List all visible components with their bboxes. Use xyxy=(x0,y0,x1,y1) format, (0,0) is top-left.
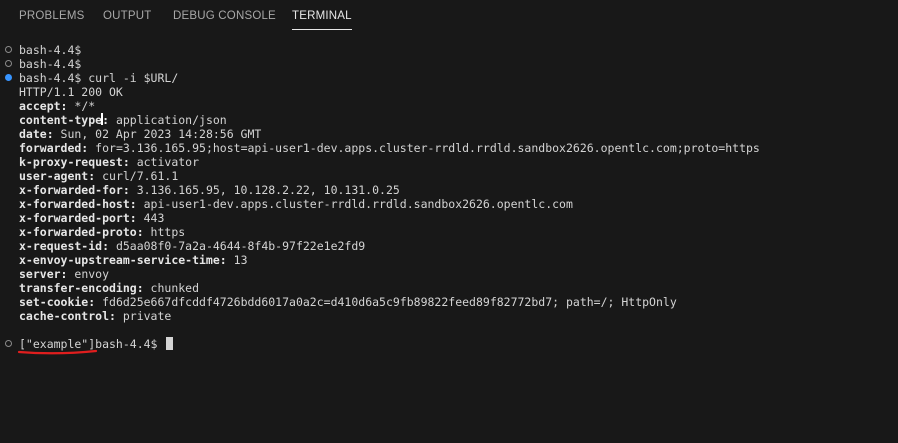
mouse-ibeam-cursor-icon xyxy=(101,113,103,125)
http-header-line: x-forwarded-for: 3.136.165.95, 10.128.2.… xyxy=(19,183,400,197)
command-decoration-icon[interactable] xyxy=(5,46,12,53)
header-key: k-proxy-request: xyxy=(19,155,130,169)
header-value: chunked xyxy=(143,281,200,295)
text-cursor xyxy=(166,337,174,350)
header-key: date: xyxy=(19,127,54,141)
header-key: cache-control: xyxy=(19,309,116,323)
header-value: 443 xyxy=(136,211,165,225)
http-header-line: x-forwarded-proto: https xyxy=(19,225,185,239)
command-decoration-icon[interactable] xyxy=(5,340,12,347)
header-key: x-forwarded-host: xyxy=(19,197,137,211)
http-header-line: x-request-id: d5aa08f0-7a2a-4644-8f4b-97… xyxy=(19,239,365,253)
panel-tab-bar: PROBLEMS OUTPUT DEBUG CONSOLE TERMINAL xyxy=(0,0,898,34)
header-value: fd6d25e667dfcddf4726bdd6017a0a2c=d410d6a… xyxy=(95,295,677,309)
header-key: accept: xyxy=(19,99,68,113)
tab-terminal-label: TERMINAL xyxy=(292,10,352,22)
http-status-line: HTTP/1.1 200 OK xyxy=(19,85,123,99)
terminal-command-line: bash-4.4$ curl -i $URL/ xyxy=(19,71,179,85)
http-header-line: date: Sun, 02 Apr 2023 14:28:56 GMT xyxy=(19,127,261,141)
http-header-line: accept: */* xyxy=(19,99,95,113)
header-key: x-forwarded-port: xyxy=(19,211,137,225)
tab-debug-console[interactable]: DEBUG CONSOLE xyxy=(173,10,276,22)
header-key: transfer-encoding: xyxy=(19,281,144,295)
tab-output[interactable]: OUTPUT xyxy=(103,10,151,22)
header-value: for=3.136.165.95;host=api-user1-dev.apps… xyxy=(88,141,760,155)
http-header-line: user-agent: curl/7.61.1 xyxy=(19,169,178,183)
http-header-line: forwarded: for=3.136.165.95;host=api-use… xyxy=(19,141,760,155)
header-value: 13 xyxy=(226,253,248,267)
command-success-decoration-icon[interactable] xyxy=(5,74,12,81)
http-header-line: x-forwarded-host: api-user1-dev.apps.clu… xyxy=(19,197,573,211)
header-value: Sun, 02 Apr 2023 14:28:56 GMT xyxy=(53,127,262,141)
header-value: curl/7.61.1 xyxy=(95,169,179,183)
header-key: forwarded: xyxy=(19,141,89,155)
header-key: x-forwarded-for: xyxy=(19,183,130,197)
tab-terminal[interactable]: TERMINAL xyxy=(292,10,352,30)
header-value: private xyxy=(115,309,172,323)
header-value: envoy xyxy=(67,267,110,281)
tab-problems[interactable]: PROBLEMS xyxy=(19,10,85,22)
http-header-line: server: envoy xyxy=(19,267,109,281)
http-header-line: x-forwarded-port: 443 xyxy=(19,211,164,225)
header-value: api-user1-dev.apps.cluster-rrdld.rrdld.s… xyxy=(136,197,573,211)
http-header-line: content-type: application/json xyxy=(19,113,227,127)
header-key: server: xyxy=(19,267,68,281)
terminal-prompt-line: bash-4.4$ xyxy=(19,57,82,71)
header-value: application/json xyxy=(109,113,227,127)
http-header-line: k-proxy-request: activator xyxy=(19,155,199,169)
header-value: */* xyxy=(67,99,96,113)
header-key: content-type: xyxy=(19,113,110,127)
command-decoration-icon[interactable] xyxy=(5,60,12,67)
header-key: x-request-id: xyxy=(19,239,110,253)
header-value: d5aa08f0-7a2a-4644-8f4b-97f22e1e2fd9 xyxy=(109,239,366,253)
header-value: https xyxy=(143,225,186,239)
header-value: activator xyxy=(129,155,200,169)
http-header-line: set-cookie: fd6d25e667dfcddf4726bdd6017a… xyxy=(19,295,677,309)
header-value: 3.136.165.95, 10.128.2.22, 10.131.0.25 xyxy=(129,183,400,197)
header-key: x-envoy-upstream-service-time: xyxy=(19,253,227,267)
header-key: user-agent: xyxy=(19,169,96,183)
http-header-line: transfer-encoding: chunked xyxy=(19,281,199,295)
header-key: set-cookie: xyxy=(19,295,96,309)
red-annotation-underline xyxy=(17,349,98,355)
terminal-prompt-line: bash-4.4$ xyxy=(19,43,82,57)
active-tab-indicator xyxy=(292,29,352,30)
header-key: x-forwarded-proto: xyxy=(19,225,144,239)
http-header-line: x-envoy-upstream-service-time: 13 xyxy=(19,253,248,267)
http-header-line: cache-control: private xyxy=(19,309,171,323)
